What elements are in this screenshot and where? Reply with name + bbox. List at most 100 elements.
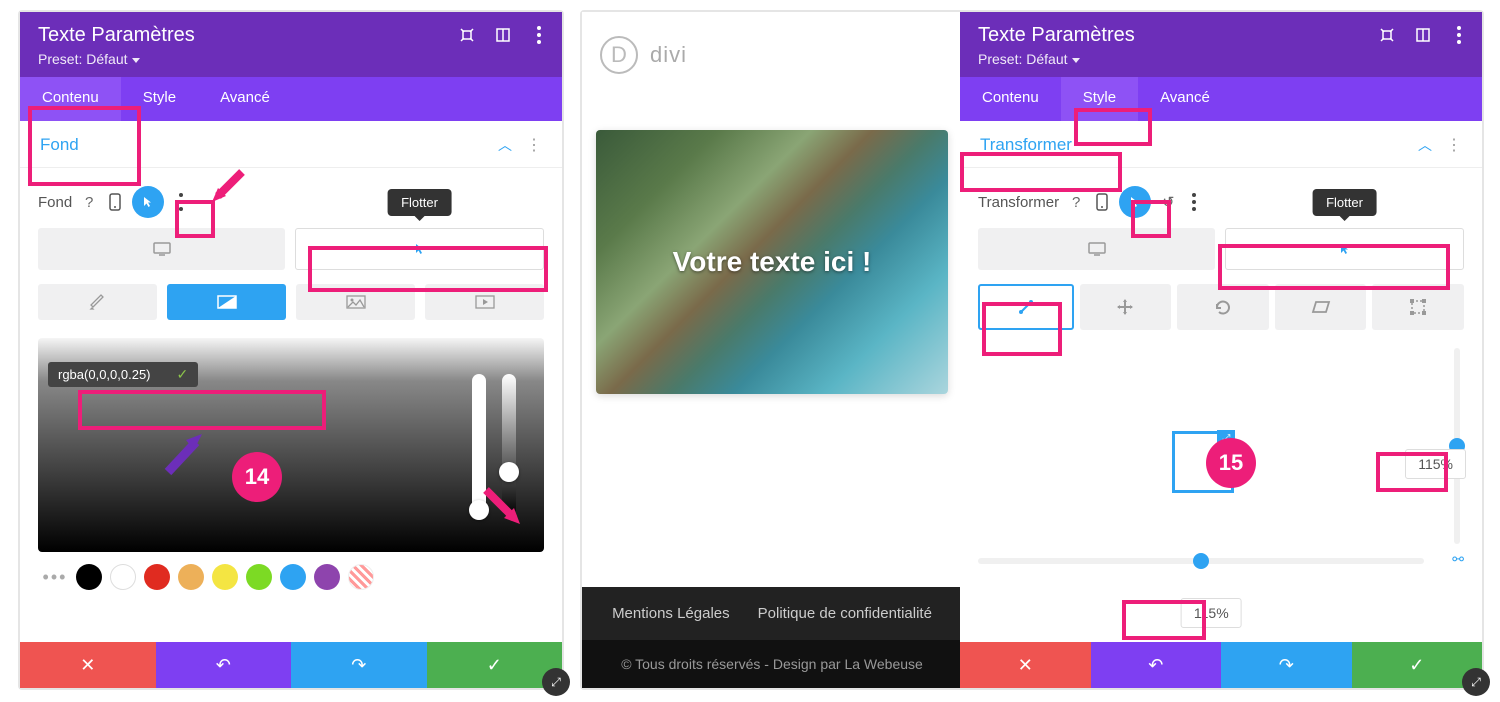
bg-image-tab[interactable]: [296, 284, 415, 320]
gradient-editor[interactable]: rgba(0,0,0,0.25)✓: [38, 338, 544, 552]
swatch-red[interactable]: [144, 564, 170, 590]
swatch-transparent[interactable]: [348, 564, 374, 590]
more-icon[interactable]: [172, 193, 190, 211]
columns-icon[interactable]: [1414, 26, 1432, 44]
link-values-icon[interactable]: ⚯: [1452, 551, 1464, 568]
option-label: Fond: [38, 194, 72, 211]
footer-copyright: © Tous droits réservés - Design par La W…: [582, 640, 962, 688]
undo-button[interactable]: ↶: [156, 642, 292, 688]
bg-color-tab[interactable]: [38, 284, 157, 320]
header-icons: [1378, 26, 1468, 44]
rgba-value-pill[interactable]: rgba(0,0,0,0.25)✓: [48, 362, 198, 387]
skew-tab[interactable]: [1275, 284, 1367, 330]
tabs: Contenu Style Avancé: [20, 77, 562, 121]
left-settings-panel: Texte Paramètres Preset: Défaut Contenu …: [18, 10, 564, 690]
section-menu-icon[interactable]: ⋮: [1446, 135, 1462, 155]
hero-text: Votre texte ici !: [596, 246, 948, 278]
menu-icon[interactable]: [530, 26, 548, 44]
tabs: Contenu Style Avancé: [960, 77, 1482, 121]
page-preview: D divi Votre texte ici ! Mentions Légale…: [582, 12, 962, 688]
content-area: Fond ? Flotter rgba(0,0,0,0.25)✓ •••: [20, 168, 562, 604]
swatch-black[interactable]: [76, 564, 102, 590]
section-header[interactable]: Transformer ︿⋮: [960, 121, 1482, 168]
bg-gradient-tab[interactable]: [167, 284, 286, 320]
swatch-white[interactable]: [110, 564, 136, 590]
footer-link-legal[interactable]: Mentions Légales: [612, 605, 730, 622]
annotation-arrow: [160, 428, 210, 478]
right-settings-panel: Texte Paramètres Preset: Défaut Contenu …: [960, 12, 1482, 688]
redo-button[interactable]: ↷: [291, 642, 427, 688]
tab-style[interactable]: Style: [1061, 77, 1138, 121]
tab-style[interactable]: Style: [121, 77, 198, 121]
color-swatches: •••: [38, 564, 544, 590]
horizontal-scale-slider[interactable]: [978, 558, 1424, 564]
slider-handle[interactable]: [1193, 553, 1209, 569]
transform-type-tabs: [978, 284, 1464, 330]
swatch-yellow[interactable]: [212, 564, 238, 590]
swatch-orange[interactable]: [178, 564, 204, 590]
check-icon: ✓: [177, 366, 189, 383]
scale-tab[interactable]: [978, 284, 1074, 330]
slider-handle[interactable]: [499, 462, 519, 482]
expand-icon[interactable]: [1378, 26, 1396, 44]
preview-header: D divi: [582, 12, 962, 98]
hover-state-button[interactable]: Flotter: [295, 228, 544, 270]
tab-advanced[interactable]: Avancé: [198, 77, 292, 121]
hover-state-icon[interactable]: [132, 186, 164, 218]
desktop-state-button[interactable]: [38, 228, 285, 270]
scale-y-value[interactable]: 115%: [1405, 449, 1466, 479]
help-icon[interactable]: ?: [80, 193, 98, 211]
section-menu-icon[interactable]: ⋮: [526, 135, 542, 155]
footer-links: Mentions Légales Politique de confidenti…: [582, 587, 962, 640]
tab-content[interactable]: Contenu: [960, 77, 1061, 121]
undo-button[interactable]: ↶: [1091, 642, 1222, 688]
help-icon[interactable]: ?: [1067, 193, 1085, 211]
content-area: Transformer ? ↺ Flotter: [960, 168, 1482, 646]
reset-icon[interactable]: ↺: [1159, 193, 1177, 211]
hover-state-icon[interactable]: [1119, 186, 1151, 218]
corner-bubble[interactable]: ⤢: [542, 668, 570, 696]
phone-icon[interactable]: [1093, 193, 1111, 211]
menu-icon[interactable]: [1450, 26, 1468, 44]
tab-content[interactable]: Contenu: [20, 77, 121, 121]
chevron-up-icon[interactable]: ︿: [1418, 135, 1432, 155]
translate-tab[interactable]: [1080, 284, 1172, 330]
section-header[interactable]: Fond ︿ ⋮: [20, 121, 562, 168]
option-label-row: Transformer ? ↺: [978, 186, 1464, 218]
preset-label[interactable]: Preset: Défaut: [38, 51, 544, 67]
hover-state-button[interactable]: Flotter: [1225, 228, 1464, 270]
swatch-purple[interactable]: [314, 564, 340, 590]
chevron-up-icon[interactable]: ︿: [498, 135, 512, 155]
columns-icon[interactable]: [494, 26, 512, 44]
phone-icon[interactable]: [106, 193, 124, 211]
annotation-badge: 15: [1206, 438, 1256, 488]
divi-logo-icon: D: [600, 36, 638, 74]
footer-link-privacy[interactable]: Politique de confidentialité: [758, 605, 932, 622]
bg-type-tabs: [38, 284, 544, 320]
desktop-state-button[interactable]: [978, 228, 1215, 270]
more-icon[interactable]: [1185, 193, 1203, 211]
redo-button[interactable]: ↷: [1221, 642, 1352, 688]
annotation-arrow: [208, 168, 248, 208]
swatch-blue[interactable]: [280, 564, 306, 590]
cancel-button[interactable]: ✕: [20, 642, 156, 688]
bg-video-tab[interactable]: [425, 284, 544, 320]
corner-bubble[interactable]: ⤢: [1462, 668, 1490, 696]
expand-icon[interactable]: [458, 26, 476, 44]
rotate-tab[interactable]: [1177, 284, 1269, 330]
tab-advanced[interactable]: Avancé: [1138, 77, 1232, 121]
preset-label[interactable]: Preset: Défaut: [978, 51, 1464, 67]
divi-brand: divi: [650, 42, 687, 68]
origin-tab[interactable]: [1372, 284, 1464, 330]
swatch-green[interactable]: [246, 564, 272, 590]
section-title: Fond: [40, 135, 79, 155]
panel-header: Texte Paramètres Preset: Défaut: [20, 12, 562, 77]
scale-x-value[interactable]: 115%: [1181, 598, 1242, 628]
more-swatches[interactable]: •••: [42, 567, 68, 588]
tooltip: Flotter: [387, 189, 452, 216]
hero-image[interactable]: Votre texte ici !: [596, 130, 948, 394]
state-selector: Flotter: [38, 228, 544, 270]
cancel-button[interactable]: ✕: [960, 642, 1091, 688]
vertical-scale-slider[interactable]: [1454, 348, 1460, 544]
annotation-arrow: [480, 484, 530, 534]
